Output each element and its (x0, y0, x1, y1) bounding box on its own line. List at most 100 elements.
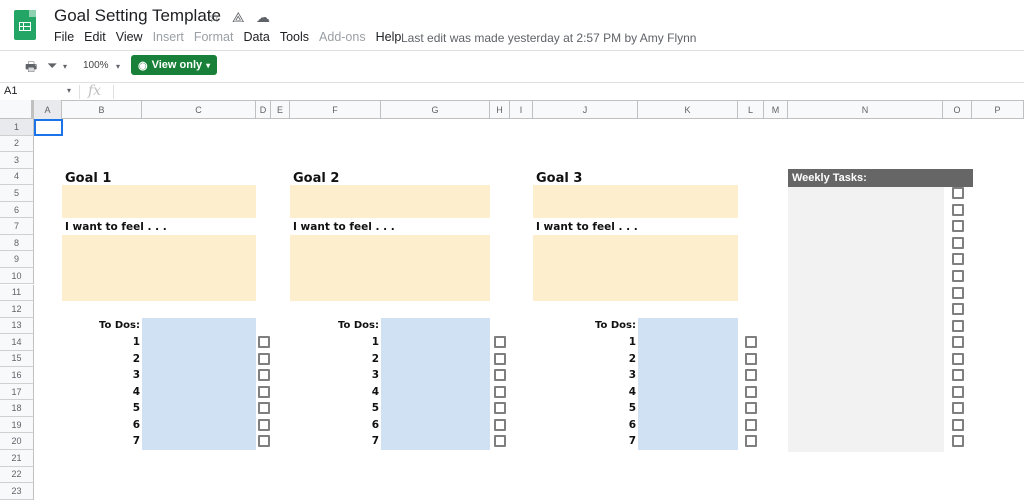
zoom-dropdown-icon[interactable]: ▾ (116, 62, 120, 71)
weekly-task-checkbox[interactable] (952, 286, 964, 299)
filter-dropdown-icon[interactable]: ▾ (63, 62, 67, 71)
goal-3-todo-checkbox[interactable] (745, 385, 757, 398)
weekly-task-checkbox[interactable] (952, 220, 964, 233)
goal-3-todo-checkbox[interactable] (745, 402, 757, 415)
weekly-task-checkbox[interactable] (952, 385, 964, 398)
select-all-corner[interactable] (0, 100, 34, 119)
filter-icon[interactable]: ⏷ (47, 58, 57, 74)
row-header-20[interactable]: 20 (0, 433, 34, 450)
document-title[interactable]: Goal Setting Template (54, 6, 221, 26)
goal-3-input[interactable] (533, 185, 738, 219)
menu-edit[interactable]: Edit (84, 30, 106, 44)
cloud-status-icon[interactable]: ☁ (256, 9, 270, 26)
menu-tools[interactable]: Tools (280, 30, 309, 44)
row-header-8[interactable]: 8 (0, 234, 34, 252)
row-header-9[interactable]: 9 (0, 251, 34, 268)
goal-2-todo-checkbox[interactable] (494, 352, 506, 365)
row-header-17[interactable]: 17 (0, 383, 34, 401)
move-to-drive-icon[interactable]: ⟁ (232, 9, 245, 26)
column-header-n[interactable]: N (788, 100, 943, 119)
row-header-16[interactable]: 16 (0, 367, 34, 384)
goal-3-todo-checkbox[interactable] (745, 435, 757, 448)
menu-help[interactable]: Help (376, 30, 402, 44)
row-header-2[interactable]: 2 (0, 135, 34, 153)
goal-2-todo-checkbox[interactable] (494, 402, 506, 415)
goal-1-todo-checkbox[interactable] (258, 385, 270, 398)
row-header-5[interactable]: 5 (0, 185, 34, 202)
row-header-10[interactable]: 10 (0, 267, 34, 285)
weekly-tasks-area[interactable] (788, 187, 944, 452)
row-header-4[interactable]: 4 (0, 168, 34, 186)
goal-2-todo-checkbox[interactable] (494, 435, 506, 448)
goal-1-todo-area[interactable] (142, 317, 256, 450)
goal-1-feel-input[interactable] (62, 234, 256, 302)
goal-2-todo-checkbox[interactable] (494, 385, 506, 398)
column-header-g[interactable]: G (381, 100, 490, 119)
column-header-l[interactable]: L (738, 100, 764, 119)
column-header-o[interactable]: O (943, 100, 972, 119)
row-header-12[interactable]: 12 (0, 301, 34, 318)
goal-2-todo-area[interactable] (381, 317, 490, 450)
column-header-h[interactable]: H (490, 100, 510, 119)
name-box[interactable]: A1 (4, 85, 17, 97)
goal-3-todo-area[interactable] (638, 317, 738, 450)
view-only-button[interactable]: ◉ View only ▾ (131, 55, 217, 75)
column-header-m[interactable]: M (764, 100, 788, 119)
row-header-1[interactable]: 1 (0, 119, 34, 136)
weekly-task-checkbox[interactable] (952, 402, 964, 415)
column-header-e[interactable]: E (271, 100, 290, 119)
row-header-19[interactable]: 19 (0, 416, 34, 434)
column-header-i[interactable]: I (510, 100, 533, 119)
weekly-task-checkbox[interactable] (952, 187, 964, 200)
goal-2-input[interactable] (290, 185, 490, 219)
goal-2-feel-input[interactable] (290, 234, 490, 302)
goal-1-todo-checkbox[interactable] (258, 402, 270, 415)
row-header-11[interactable]: 11 (0, 284, 34, 302)
goal-1-todo-checkbox[interactable] (258, 352, 270, 365)
weekly-task-checkbox[interactable] (952, 269, 964, 282)
weekly-task-checkbox[interactable] (952, 253, 964, 266)
column-header-d[interactable]: D (256, 100, 271, 119)
zoom-select[interactable]: 100% (83, 60, 109, 71)
goal-3-todo-checkbox[interactable] (745, 352, 757, 365)
goal-1-todo-checkbox[interactable] (258, 369, 270, 382)
column-header-p[interactable]: P (972, 100, 1024, 119)
menu-data[interactable]: Data (243, 30, 269, 44)
goal-3-todo-checkbox[interactable] (745, 418, 757, 431)
menu-file[interactable]: File (54, 30, 74, 44)
weekly-task-checkbox[interactable] (952, 418, 964, 431)
row-header-21[interactable]: 21 (0, 450, 34, 467)
menu-view[interactable]: View (116, 30, 143, 44)
goal-2-todo-checkbox[interactable] (494, 336, 506, 349)
goal-2-todo-checkbox[interactable] (494, 369, 506, 382)
column-header-j[interactable]: J (533, 100, 638, 119)
weekly-task-checkbox[interactable] (952, 203, 964, 216)
row-header-22[interactable]: 22 (0, 466, 34, 484)
weekly-task-checkbox[interactable] (952, 435, 964, 448)
goal-1-todo-checkbox[interactable] (258, 435, 270, 448)
column-header-b[interactable]: B (62, 100, 142, 119)
row-header-14[interactable]: 14 (0, 334, 34, 351)
sheets-logo[interactable] (14, 10, 36, 40)
row-header-13[interactable]: 13 (0, 317, 34, 335)
column-header-f[interactable]: F (290, 100, 381, 119)
weekly-task-checkbox[interactable] (952, 336, 964, 349)
weekly-task-checkbox[interactable] (952, 369, 964, 382)
goal-3-todo-checkbox[interactable] (745, 336, 757, 349)
column-header-k[interactable]: K (638, 100, 738, 119)
goal-1-input[interactable] (62, 185, 256, 219)
row-header-23[interactable]: 23 (0, 483, 34, 500)
last-edit-status[interactable]: Last edit was made yesterday at 2:57 PM … (401, 31, 696, 45)
goal-3-feel-input[interactable] (533, 234, 738, 302)
name-box-dropdown-icon[interactable]: ▾ (67, 86, 71, 95)
star-icon[interactable]: ☆ (208, 9, 221, 26)
row-header-3[interactable]: 3 (0, 152, 34, 169)
column-header-c[interactable]: C (142, 100, 256, 119)
weekly-task-checkbox[interactable] (952, 303, 964, 316)
goal-1-todo-checkbox[interactable] (258, 418, 270, 431)
weekly-task-checkbox[interactable] (952, 236, 964, 249)
selected-cell-a1[interactable] (34, 119, 63, 136)
row-header-18[interactable]: 18 (0, 400, 34, 417)
row-header-6[interactable]: 6 (0, 201, 34, 219)
column-header-a[interactable]: A (34, 100, 62, 119)
